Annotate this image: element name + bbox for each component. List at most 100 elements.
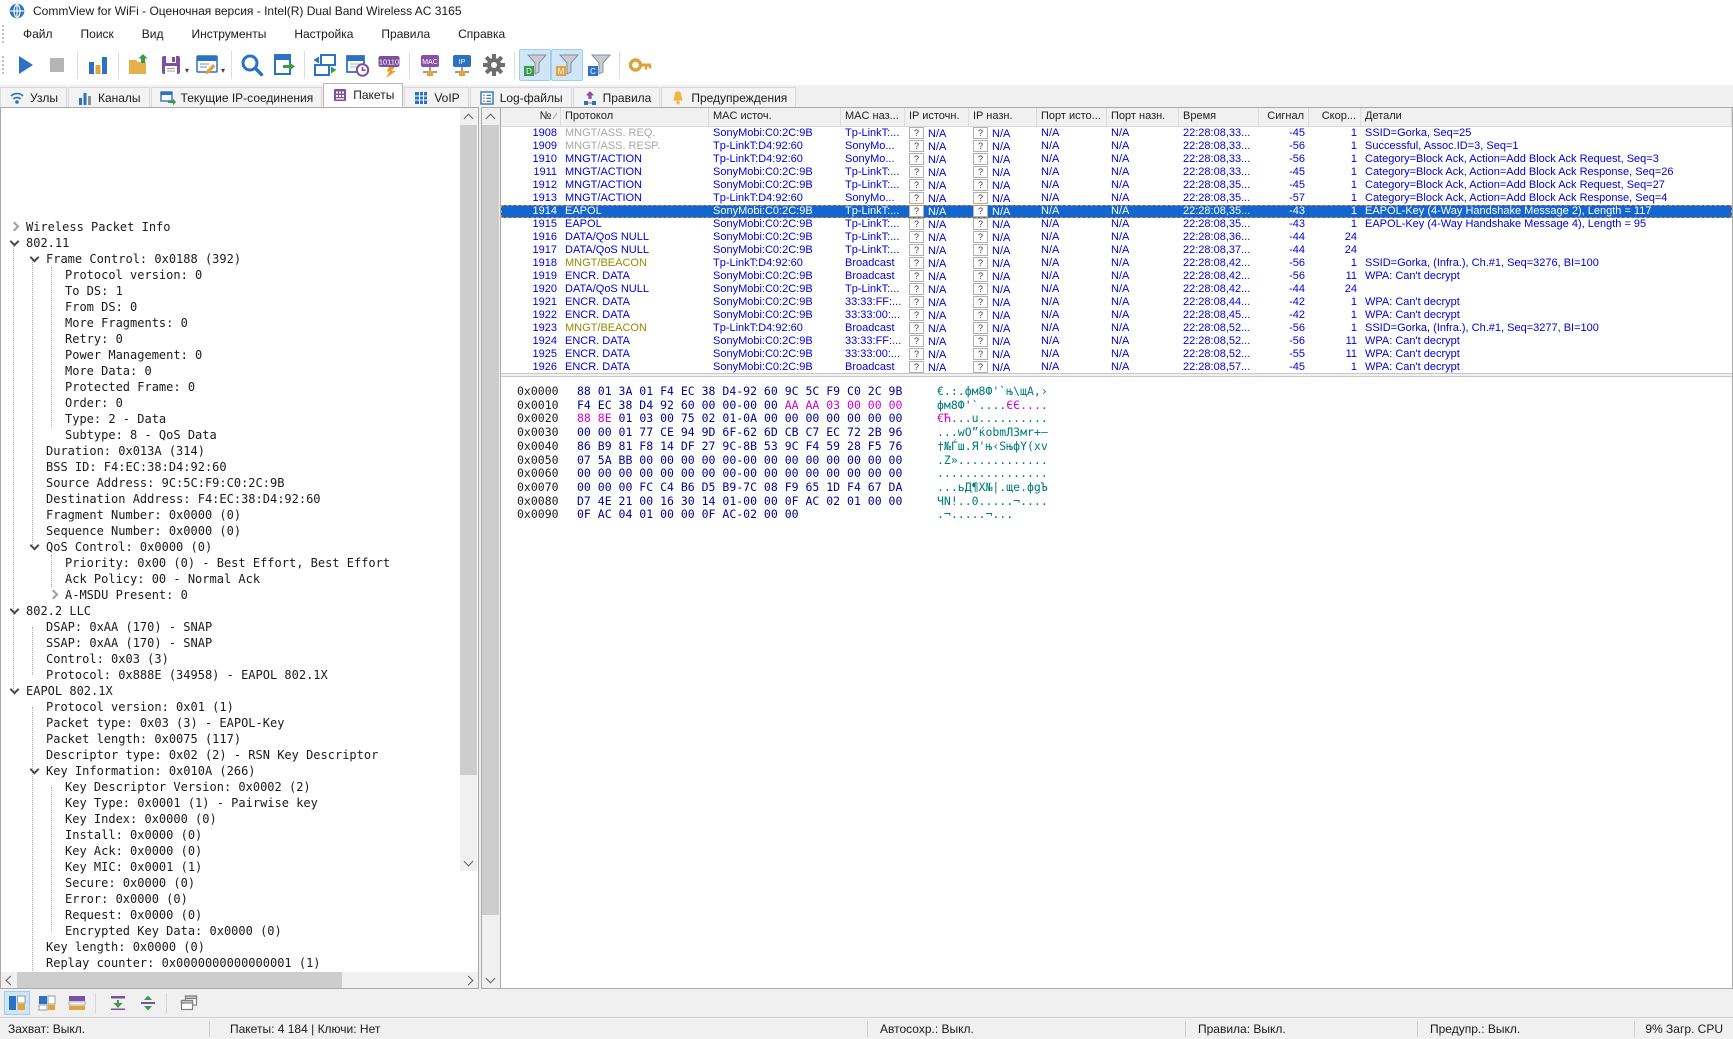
layout-stacked-button[interactable] bbox=[64, 991, 90, 1015]
tree-item[interactable]: Order: 0 bbox=[1, 395, 478, 411]
tree-horizontal-scrollbar[interactable] bbox=[1, 972, 478, 988]
menu-item[interactable]: Файл bbox=[9, 24, 67, 44]
tree-item[interactable]: Key Ack: 0x0000 (0) bbox=[1, 843, 478, 859]
save-button[interactable] bbox=[155, 49, 187, 81]
settings-button[interactable] bbox=[478, 49, 510, 81]
packet-row[interactable]: 1915EAPOLSonyMobi:C0:2C:9BTp-LinkT:...?N… bbox=[501, 218, 1732, 231]
ip-aliases-button[interactable]: IP bbox=[446, 49, 478, 81]
tree-item[interactable]: Key length: 0x0000 (0) bbox=[1, 939, 478, 955]
chevron-right-icon[interactable] bbox=[10, 222, 20, 232]
column-header[interactable]: Порт исто... bbox=[1037, 108, 1107, 126]
filter-d-button[interactable]: D bbox=[519, 49, 551, 81]
packet-reconstruction-button[interactable] bbox=[309, 49, 341, 81]
tab-nodes[interactable]: Узлы bbox=[0, 87, 67, 107]
column-header[interactable]: Порт назн. bbox=[1107, 108, 1179, 126]
layout-side-by-side-button[interactable] bbox=[4, 991, 30, 1015]
menu-item[interactable]: Вид bbox=[128, 24, 178, 44]
tree-item[interactable]: Ack Policy: 00 - Normal Ack bbox=[1, 571, 478, 587]
hex-row[interactable]: 0x004086 B9 81 F8 14 DF 27 9C-8B 53 9C F… bbox=[501, 440, 1732, 454]
tree-item[interactable]: From DS: 0 bbox=[1, 299, 478, 315]
hex-row[interactable]: 0x003000 00 01 77 CE 94 9D 6F-62 6D CB C… bbox=[501, 426, 1732, 440]
column-header[interactable]: Скор... bbox=[1309, 108, 1361, 126]
tree-item[interactable]: Destination Address: F4:EC:38:D4:92:60 bbox=[1, 491, 478, 507]
tree-vertical-scrollbar[interactable] bbox=[460, 108, 477, 871]
wep-keys-button[interactable] bbox=[624, 49, 656, 81]
filter-m-button[interactable]: M bbox=[551, 49, 583, 81]
tree-item[interactable]: Frame Control: 0x0188 (392) bbox=[1, 251, 478, 267]
packet-row[interactable]: 1918MNGT/BEACONTp-LinkT:D4:92:60Broadcas… bbox=[501, 257, 1732, 270]
chevron-down-icon[interactable] bbox=[30, 253, 40, 263]
column-header[interactable]: MAC источ. bbox=[709, 108, 841, 126]
chevron-down-icon[interactable] bbox=[10, 685, 20, 695]
tree-item[interactable]: Sequence Number: 0x0000 (0) bbox=[1, 523, 478, 539]
tree-item[interactable]: QoS Control: 0x0000 (0) bbox=[1, 539, 478, 555]
tree-item[interactable]: Source Address: 9C:5C:F9:C0:2C:9B bbox=[1, 475, 478, 491]
tree-item[interactable]: Packet length: 0x0075 (117) bbox=[1, 731, 478, 747]
tree-item[interactable]: BSS ID: F4:EC:38:D4:92:60 bbox=[1, 459, 478, 475]
tree-item[interactable]: Encrypted Key Data: 0x0000 (0) bbox=[1, 923, 478, 939]
scrollbar-thumb[interactable] bbox=[482, 125, 499, 915]
layout-quadrant-button[interactable] bbox=[34, 991, 60, 1015]
tree-item[interactable]: Power Management: 0 bbox=[1, 347, 478, 363]
tab-alarms[interactable]: Предупреждения bbox=[661, 87, 796, 107]
tree-item[interactable]: Wireless Packet Info bbox=[1, 219, 478, 235]
scrollbar-thumb[interactable] bbox=[17, 972, 342, 988]
packet-row[interactable]: 1923MNGT/BEACONTp-LinkT:D4:92:60Broadcas… bbox=[501, 322, 1732, 335]
go-to-packet-button[interactable] bbox=[268, 49, 300, 81]
scroll-down-icon[interactable] bbox=[482, 971, 499, 988]
tree-item[interactable]: More Data: 0 bbox=[1, 363, 478, 379]
menu-item[interactable]: Справка bbox=[444, 24, 519, 44]
hex-row[interactable]: 0x0010F4 EC 38 D4 92 60 00 00-00 00 AA A… bbox=[501, 399, 1732, 413]
tree-item[interactable]: Protocol: 0x888E (34958) - EAPOL 802.1X bbox=[1, 667, 478, 683]
column-header[interactable]: №∕ bbox=[501, 108, 561, 126]
packet-row[interactable]: 1917DATA/QoS NULLSonyMobi:C0:2C:9BTp-Lin… bbox=[501, 244, 1732, 257]
expand-decode-button[interactable] bbox=[135, 991, 161, 1015]
tree-item[interactable]: Install: 0x0000 (0) bbox=[1, 827, 478, 843]
tree-item[interactable]: More Fragments: 0 bbox=[1, 315, 478, 331]
mac-aliases-button[interactable]: MAC bbox=[414, 49, 446, 81]
column-header[interactable]: MAC наз... bbox=[841, 108, 905, 126]
packet-row[interactable]: 1916DATA/QoS NULLSonyMobi:C0:2C:9BTp-Lin… bbox=[501, 231, 1732, 244]
tree-item[interactable]: 802.11 bbox=[1, 235, 478, 251]
collapse-decode-button[interactable] bbox=[105, 991, 131, 1015]
open-log-button[interactable] bbox=[123, 49, 155, 81]
packet-list-scrollbar[interactable] bbox=[482, 108, 501, 988]
tab-rules[interactable]: Правила bbox=[573, 87, 661, 107]
menu-item[interactable]: Инструменты bbox=[178, 24, 281, 44]
chevron-right-icon[interactable] bbox=[49, 590, 59, 600]
column-header[interactable]: Время bbox=[1179, 108, 1259, 126]
packet-row[interactable]: 1919ENCR. DATASonyMobi:C0:2C:9BBroadcast… bbox=[501, 270, 1732, 283]
packet-row[interactable]: 1920DATA/QoS NULLSonyMobi:C0:2C:9BTp-Lin… bbox=[501, 283, 1732, 296]
tab-ip-connections[interactable]: Текущие IP-соединения bbox=[151, 87, 323, 107]
column-header[interactable]: Детали bbox=[1361, 108, 1732, 126]
tab-voip[interactable]: VoIP bbox=[404, 87, 468, 107]
scroll-left-icon[interactable] bbox=[1, 972, 17, 988]
tree-item[interactable]: SSAP: 0xAA (170) - SNAP bbox=[1, 635, 478, 651]
packet-row[interactable]: 1910MNGT/ACTIONTp-LinkT:D4:92:60SonyMo..… bbox=[501, 153, 1732, 166]
tree-item[interactable]: Protocol version: 0 bbox=[1, 267, 478, 283]
column-header[interactable]: IP назн. bbox=[969, 108, 1037, 126]
tree-item[interactable]: Type: 2 - Data bbox=[1, 411, 478, 427]
find-packet-button[interactable] bbox=[236, 49, 268, 81]
tab-channels[interactable]: Каналы bbox=[68, 87, 150, 107]
packet-row[interactable]: 1921ENCR. DATASonyMobi:C0:2C:9B33:33:FF:… bbox=[501, 296, 1732, 309]
chevron-down-icon[interactable] bbox=[30, 765, 40, 775]
hex-row[interactable]: 0x005007 5A BB 00 00 00 00 00-00 00 00 0… bbox=[501, 454, 1732, 468]
tree-item[interactable]: 802.2 LLC bbox=[1, 603, 478, 619]
hex-row[interactable]: 0x002088 8E 01 03 00 75 02 01-0A 00 00 0… bbox=[501, 412, 1732, 426]
packet-row[interactable]: 1908MNGT/ASS. REQ.SonyMobi:C0:2C:9BTp-Li… bbox=[501, 127, 1732, 140]
hex-row[interactable]: 0x00900F AC 04 01 00 00 0F AC-02 00 00.¬… bbox=[501, 508, 1732, 522]
packet-row[interactable]: 1913MNGT/ACTIONTp-LinkT:D4:92:60SonyMo..… bbox=[501, 192, 1732, 205]
column-header[interactable]: Протокол bbox=[561, 108, 709, 126]
chevron-down-icon[interactable] bbox=[10, 605, 20, 615]
packet-row[interactable]: 1909MNGT/ASS. RESP.Tp-LinkT:D4:92:60Sony… bbox=[501, 140, 1732, 153]
scroll-up-icon[interactable] bbox=[460, 108, 477, 125]
start-capture-button[interactable] bbox=[9, 49, 41, 81]
packet-row[interactable]: 1925ENCR. DATASonyMobi:C0:2C:9B33:33:00:… bbox=[501, 348, 1732, 361]
scroll-up-icon[interactable] bbox=[482, 108, 499, 125]
new-window-button[interactable] bbox=[176, 991, 202, 1015]
tree-item[interactable]: Packet type: 0x03 (3) - EAPOL-Key bbox=[1, 715, 478, 731]
tab-packets[interactable]: Пакеты bbox=[323, 83, 403, 107]
packet-row[interactable]: 1924ENCR. DATASonyMobi:C0:2C:9B33:33:FF:… bbox=[501, 335, 1732, 348]
tree-item[interactable]: Retry: 0 bbox=[1, 331, 478, 347]
